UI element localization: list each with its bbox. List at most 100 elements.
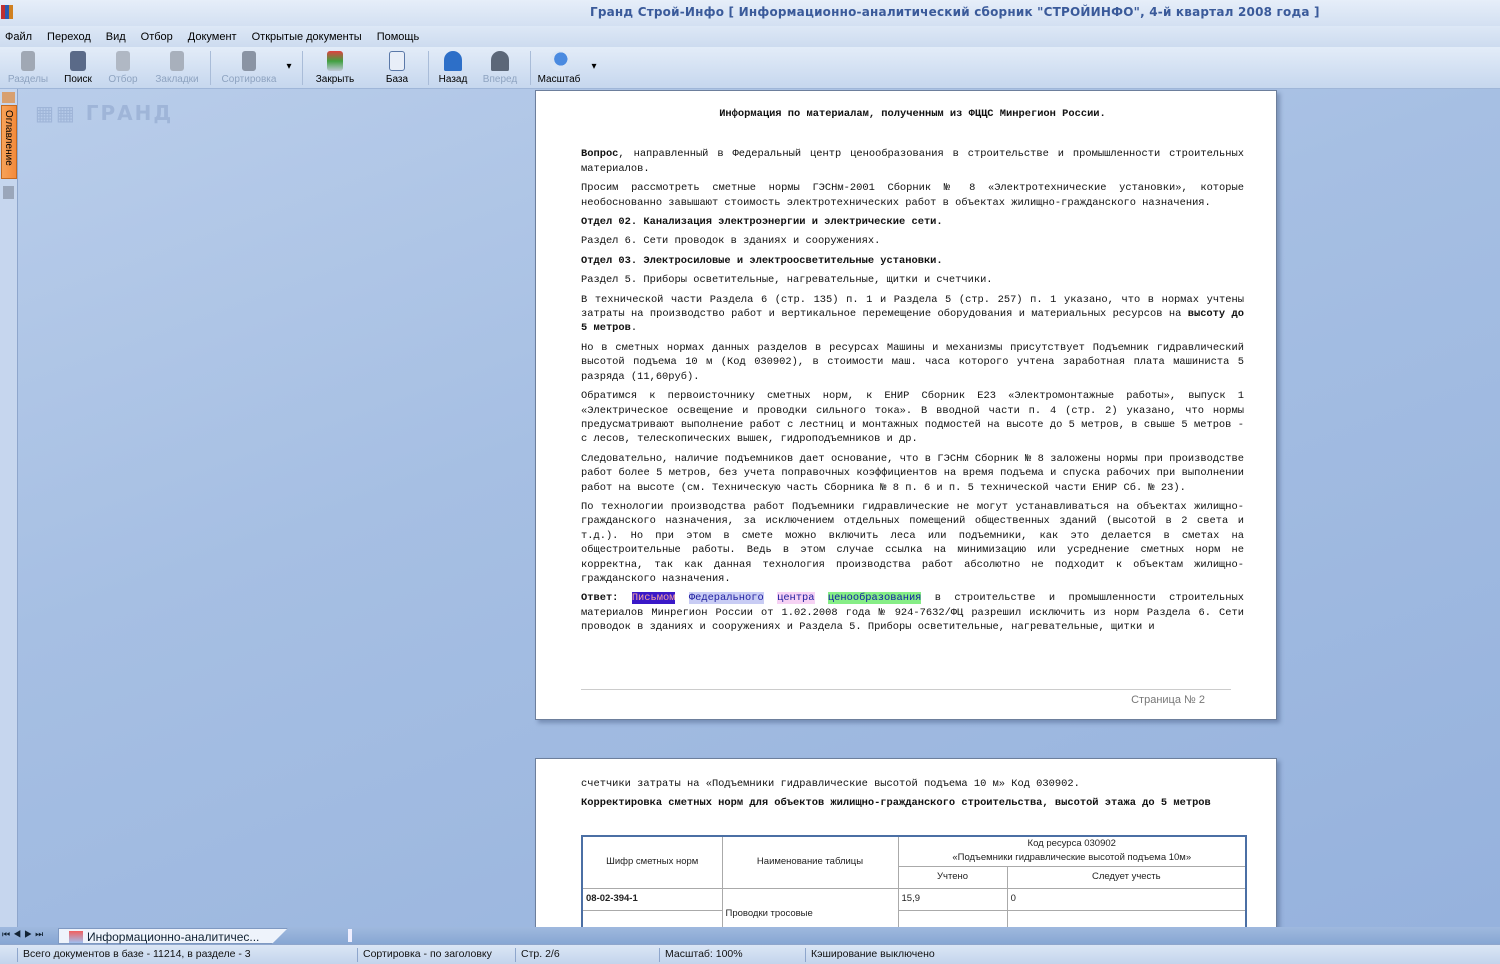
sort-label: Сортировка — [221, 74, 277, 85]
search-highlight: Федерального — [688, 592, 764, 605]
status-total-documents: Всего документов в базе - 11214, в разде… — [17, 948, 251, 962]
sort-dropdown-arrow[interactable]: ▾ — [284, 61, 294, 72]
paragraph: Следовательно, наличие подъемников дает … — [581, 452, 1244, 494]
base-icon — [389, 51, 405, 71]
cell-counted: 15,9 — [897, 887, 1008, 911]
paragraph: Обратимся к первоисточнику сметных норм,… — [581, 390, 1244, 446]
section-heading: Отдел 03. Электросиловые и электроосвети… — [581, 254, 1244, 268]
section-heading: Отдел 02. Канализация электроэнергии и э… — [581, 215, 1244, 229]
paragraph: Просим рассмотреть сметные нормы ГЭСНм-2… — [581, 182, 1244, 209]
menu-help[interactable]: Помощь — [377, 26, 427, 47]
base-button[interactable]: База — [378, 49, 416, 85]
separator — [210, 51, 211, 85]
sections-icon — [21, 51, 35, 71]
status-sort: Сортировка - по заголовку — [357, 948, 492, 962]
search-highlight: центра — [777, 592, 815, 605]
close-document-icon — [327, 51, 343, 71]
binoculars-icon — [70, 51, 86, 71]
filter-button[interactable]: Отбор — [103, 49, 143, 85]
menu-document[interactable]: Документ — [188, 26, 244, 47]
menu-navigate[interactable]: Переход — [47, 26, 98, 47]
attachments-icon[interactable] — [3, 186, 14, 199]
filter-label: Отбор — [108, 74, 138, 85]
header-cell: Наименование таблицы — [721, 835, 899, 889]
side-panel-strip: Оглавление — [0, 89, 18, 927]
menu-view[interactable]: Вид — [106, 26, 133, 47]
paragraph: счетчики затраты на «Подъемники гидравли… — [581, 778, 1080, 790]
heading-text: Отдел 03. Электросиловые и электроосвети… — [581, 254, 943, 267]
toc-tab-label: Оглавление — [3, 110, 14, 166]
sort-icon — [242, 51, 256, 71]
paragraph: Вопрос, направленный в Федеральный центр… — [581, 147, 1244, 176]
toolbar: Разделы Поиск Отбор Закладки Сортировка … — [0, 47, 1500, 89]
cell-should: 0 — [1006, 887, 1247, 911]
menu-open-documents[interactable]: Открытые документы — [252, 26, 369, 47]
logo-text: ГРАНД — [85, 101, 174, 125]
document-title: Информация по материалам, полученным из … — [719, 108, 1106, 120]
paragraph-text: , направленный в Федеральный центр ценоо… — [581, 148, 1244, 175]
filter-icon — [116, 51, 130, 71]
header-cell: Следует учесть — [1006, 865, 1247, 889]
separator — [530, 51, 531, 85]
horizontal-scrollbar[interactable] — [348, 929, 352, 942]
search-highlight: ценообразования — [827, 592, 922, 605]
document-area: Оглавление ▦▦ ГРАНД Информация по матери… — [0, 89, 1500, 927]
paragraph: Раздел 5. Приборы осветительные, нагрева… — [581, 274, 993, 287]
header-cell: Учтено — [897, 865, 1008, 889]
resource-code: Код ресурса 030902 — [1027, 837, 1116, 849]
header-cell: Код ресурса 030902 «Подъемники гидравличе… — [897, 835, 1247, 867]
tab-navigation-arrows[interactable]: ⏮◀▶⏭ — [2, 929, 46, 940]
document-icon — [69, 931, 83, 943]
document-page-2: Информация по материалам, полученным из … — [535, 90, 1277, 720]
cell-name: Проводки тросовые — [721, 887, 899, 927]
status-bar: Всего документов в базе - 11214, в разде… — [0, 944, 1500, 964]
zoom-label: Масштаб — [537, 74, 581, 85]
magnifier-icon — [550, 51, 568, 71]
document-page-3: счетчики затраты на «Подъемники гидравли… — [535, 758, 1277, 927]
paragraph-text: В технической части Раздела 6 (стр. 135)… — [581, 293, 1244, 321]
search-button[interactable]: Поиск — [58, 49, 98, 85]
menu-file[interactable]: Файл — [5, 26, 39, 47]
header-cell: Шифр сметных норм — [581, 835, 723, 889]
back-button[interactable]: Назад — [434, 49, 472, 85]
page-number: Страница № 2 — [1125, 694, 1205, 706]
page-footer: Страница № 2 — [581, 679, 1231, 707]
zoom-dropdown-arrow[interactable]: ▾ — [589, 61, 599, 72]
document-tab-label: Информационно-аналитичес... — [87, 930, 260, 944]
search-highlight: Письмом — [631, 592, 676, 605]
close-button[interactable]: Закрыть — [310, 49, 360, 85]
search-label: Поиск — [64, 74, 92, 85]
grand-logo-watermark: ▦▦ ГРАНД — [35, 101, 174, 125]
zoom-button[interactable]: Масштаб — [534, 49, 584, 85]
forward-button[interactable]: Вперед — [478, 49, 522, 85]
table-row: 08-02-394-1 Проводки тросовые 15,9 0 — [581, 887, 1247, 927]
bookmarks-label: Закладки — [155, 74, 199, 85]
paragraph: Но в сметных нормах данных разделов в ре… — [581, 341, 1244, 383]
heading-text: Корректировка сметных норм для объектов … — [581, 797, 1211, 810]
paragraph: По технологии производства работ Подъемн… — [581, 500, 1244, 585]
section-heading: Корректировка сметных норм для объектов … — [581, 796, 1244, 810]
sort-button[interactable]: Сортировка — [216, 49, 282, 85]
menu-bar: Файл Переход Вид Отбор Документ Открытые… — [0, 26, 1500, 47]
status-zoom: Масштаб: 100% — [659, 948, 743, 962]
back-arrow-icon — [444, 51, 462, 71]
sections-label: Разделы — [7, 74, 49, 85]
pin-icon[interactable] — [2, 92, 15, 103]
heading-text: Отдел 02. Канализация электроэнергии и э… — [581, 216, 943, 229]
status-page: Стр. 2/6 — [515, 948, 560, 962]
resource-name: «Подъемники гидравлические высотой подъе… — [952, 852, 1192, 864]
forward-label: Вперед — [482, 74, 518, 85]
toc-tab[interactable]: Оглавление — [1, 105, 17, 179]
question-label: Вопрос — [581, 148, 619, 161]
sections-button[interactable]: Разделы — [4, 49, 52, 85]
separator — [302, 51, 303, 85]
menu-filter[interactable]: Отбор — [141, 26, 180, 47]
title-bar: Гранд Строй-Инфо [ Информационно-аналити… — [0, 0, 1500, 26]
app-icon[interactable] — [1, 5, 13, 19]
close-label: Закрыть — [315, 74, 355, 85]
document-tab[interactable]: Информационно-аналитичес... — [58, 928, 288, 944]
bookmarks-button[interactable]: Закладки — [150, 49, 204, 85]
cell-code: 08-02-394-1 — [581, 887, 723, 911]
norms-table: Шифр сметных норм Наименование таблицы К… — [581, 834, 1247, 927]
bookmarks-icon — [170, 51, 184, 71]
